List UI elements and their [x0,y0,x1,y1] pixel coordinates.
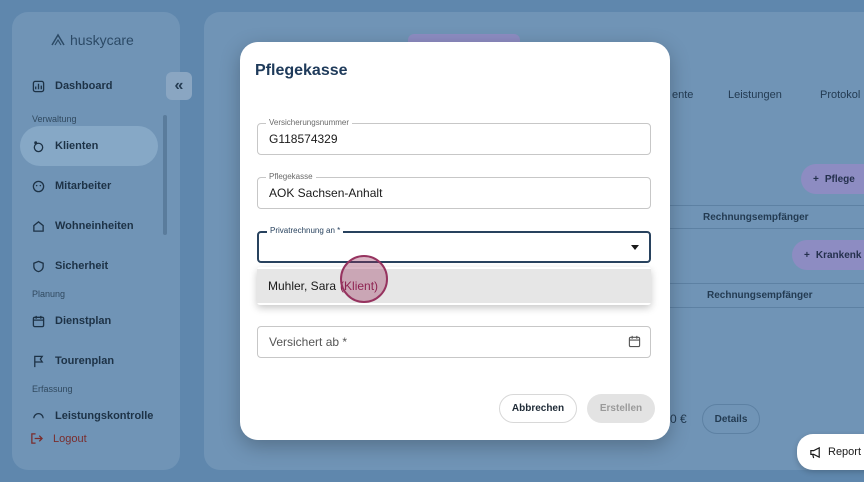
sidebar-item-klienten[interactable]: Klienten [20,126,158,166]
plus-icon: + [804,249,810,261]
privatrechnung-label: Privatrechnung an * [267,226,344,236]
table-header-rechnungsempfaenger-2: Rechnungsempfänger [707,290,813,301]
pflegekasse-value: AOK Sachsen-Anhalt [269,186,383,200]
table-header-rechnungsempfaenger: Rechnungsempfänger [703,212,809,223]
sidebar-item-sicherheit[interactable]: Sicherheit [20,246,158,286]
sidebar-item-wohneinheiten[interactable]: Wohneinheiten [20,206,158,246]
calendar-icon[interactable] [628,335,641,348]
report-label: Report a [828,446,864,458]
calendar-icon [32,315,45,327]
table-divider [670,283,864,284]
app-logo[interactable]: huskycare [50,32,134,48]
add-pflegekasse-button[interactable]: + Pflege [801,164,864,194]
create-button[interactable]: Erstellen [587,394,655,423]
details-button[interactable]: Details [702,404,760,434]
nav-section-erfassung: Erfassung [32,384,73,394]
sidebar-scrollbar[interactable] [163,115,167,235]
gauge-icon [33,413,44,419]
option-name: Muhler, Sara [268,279,337,293]
sidebar-item-label: Dienstplan [55,315,112,327]
flag-icon [34,355,44,367]
sidebar-item-mitarbeiter[interactable]: Mitarbeiter [20,166,158,206]
sidebar-item-dashboard[interactable]: Dashboard [20,66,158,106]
sidebar-item-label: Wohneinheiten [55,220,134,232]
pflegekasse-dialog: Pflegekasse Versicherungsnummer G1185743… [240,42,670,440]
dialog-title: Pflegekasse [255,62,348,79]
sidebar-item-label: Sicherheit [55,260,109,272]
sidebar-item-tourenplan[interactable]: Tourenplan [20,341,158,381]
privatrechnung-dropdown: Muhler, Sara (Klient) [257,267,651,305]
logout-icon [31,433,43,444]
table-divider [670,307,864,308]
logout-label: Logout [53,432,87,445]
table-divider [670,205,864,206]
pflegekasse-field[interactable]: Pflegekasse AOK Sachsen-Anhalt [257,172,651,209]
sidebar-item-leistungskontrolle[interactable]: Leistungskontrolle [20,396,158,422]
collapse-sidebar-button[interactable]: « [166,72,192,100]
sidebar-item-label: Klienten [55,140,99,152]
privatrechnung-select[interactable]: Privatrechnung an * [257,226,651,263]
versicherungsnummer-value: G118574329 [269,132,338,146]
report-button[interactable]: Report a [797,434,864,470]
sidebar-item-label: Mitarbeiter [55,180,112,192]
app-logo-text: huskycare [70,32,134,48]
employees-icon [32,180,45,192]
chevron-down-icon[interactable] [631,245,639,250]
tab-ente[interactable]: ente [672,89,693,101]
plus-icon: + [813,173,819,185]
dropdown-option[interactable]: Muhler, Sara (Klient) [257,269,651,303]
click-indicator [340,255,388,303]
versichert-ab-placeholder: Versichert ab * [269,335,348,349]
table-divider [670,228,864,229]
nav-section-verwaltung: Verwaltung [32,114,77,124]
megaphone-icon [810,446,820,458]
versicherungsnummer-label: Versicherungsnummer [266,118,353,128]
security-icon [33,260,44,272]
add-krankenkasse-button[interactable]: + Krankenk [792,240,864,270]
amount-value: 0 € [670,412,687,426]
tab-protokoll[interactable]: Protokol [820,89,860,101]
versicherungsnummer-field[interactable]: Versicherungsnummer G118574329 [257,118,651,155]
cancel-button[interactable]: Abbrechen [499,394,577,423]
clients-icon [33,140,44,152]
dashboard-icon [32,80,45,92]
logout-button[interactable]: Logout [30,432,87,445]
nav-section-planung: Planung [32,289,66,299]
sidebar-item-label: Leistungskontrolle [55,410,154,422]
sidebar-item-label: Tourenplan [55,355,115,367]
tab-leistungen[interactable]: Leistungen [728,89,782,101]
add-pflegekasse-label: Pflege [824,173,855,185]
sidebar-item-label: Dashboard [55,80,113,92]
husky-logo-icon [51,33,65,46]
pflegekasse-label: Pflegekasse [266,172,316,182]
versichert-ab-field[interactable]: Versichert ab * [257,326,651,358]
sidebar-item-dienstplan[interactable]: Dienstplan [20,301,158,341]
add-krankenkasse-label: Krankenk [815,249,862,261]
housing-icon [33,220,44,232]
